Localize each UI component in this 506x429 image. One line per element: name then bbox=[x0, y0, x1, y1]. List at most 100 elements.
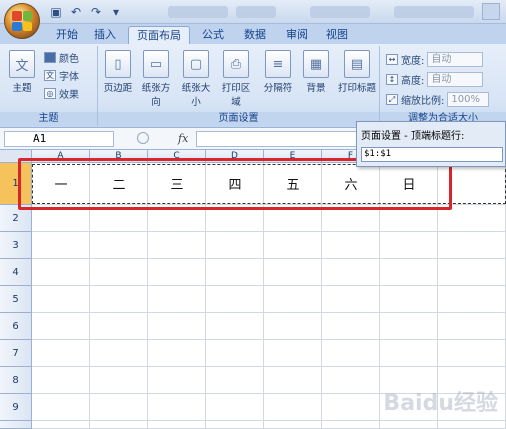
grid-cell[interactable] bbox=[264, 367, 322, 394]
print-titles-button[interactable]: ▤ 打印标题 bbox=[336, 50, 378, 94]
save-icon[interactable]: ▣ bbox=[48, 4, 64, 20]
theme-effects-button[interactable]: ◎ 效果 bbox=[44, 86, 79, 101]
grid-cell[interactable] bbox=[206, 259, 264, 286]
row-header-9[interactable]: 9 bbox=[0, 394, 32, 421]
grid-cell[interactable] bbox=[438, 340, 506, 367]
grid-cell[interactable] bbox=[90, 313, 148, 340]
name-box[interactable]: A1 bbox=[4, 131, 114, 147]
grid-cell[interactable] bbox=[148, 259, 206, 286]
grid-cell[interactable] bbox=[206, 313, 264, 340]
grid-cell[interactable] bbox=[90, 421, 148, 429]
row-header-7[interactable]: 7 bbox=[0, 340, 32, 367]
grid-cell[interactable] bbox=[264, 340, 322, 367]
column-header-a[interactable]: A bbox=[32, 150, 90, 163]
grid-cell[interactable] bbox=[32, 286, 90, 313]
themes-button[interactable]: 文 主题 bbox=[4, 50, 40, 94]
breaks-button[interactable]: ≡ 分隔符 bbox=[260, 50, 296, 94]
cell-e1[interactable]: 五 bbox=[264, 174, 322, 193]
grid-cell[interactable] bbox=[322, 286, 380, 313]
grid-cell[interactable] bbox=[264, 313, 322, 340]
grid-cell[interactable] bbox=[90, 340, 148, 367]
grid-cell[interactable] bbox=[322, 205, 380, 232]
grid-cell[interactable] bbox=[264, 421, 322, 429]
background-button[interactable]: ▦ 背景 bbox=[298, 50, 334, 94]
theme-fonts-button[interactable]: 文 字体 bbox=[44, 68, 79, 83]
print-area-button[interactable]: ⎙ 打印区域 bbox=[218, 50, 254, 108]
grid-cell[interactable] bbox=[90, 394, 148, 421]
redo-icon[interactable]: ↷ bbox=[88, 4, 104, 20]
cell-c1[interactable]: 三 bbox=[148, 174, 206, 193]
column-header-c[interactable]: C bbox=[148, 150, 206, 163]
customize-qat-icon[interactable]: ▾ bbox=[108, 4, 124, 20]
cell-b1[interactable]: 二 bbox=[90, 174, 148, 193]
grid-cell[interactable] bbox=[438, 232, 506, 259]
cell-f1[interactable]: 六 bbox=[322, 174, 380, 193]
grid-cell[interactable] bbox=[148, 313, 206, 340]
grid-cell[interactable] bbox=[32, 232, 90, 259]
grid-cell[interactable] bbox=[32, 313, 90, 340]
row-header-8[interactable]: 8 bbox=[0, 367, 32, 394]
grid-cell[interactable] bbox=[264, 394, 322, 421]
tab-insert[interactable]: 插入 bbox=[86, 26, 124, 44]
grid-cell[interactable] bbox=[322, 367, 380, 394]
grid-cell[interactable] bbox=[380, 286, 438, 313]
row-header-3[interactable]: 3 bbox=[0, 232, 32, 259]
cell-d1[interactable]: 四 bbox=[206, 174, 264, 193]
row-header-4[interactable]: 4 bbox=[0, 259, 32, 286]
grid-cell[interactable] bbox=[438, 259, 506, 286]
grid-cell[interactable] bbox=[438, 286, 506, 313]
tab-view[interactable]: 视图 bbox=[318, 26, 356, 44]
grid-cell[interactable] bbox=[206, 286, 264, 313]
grid-cell[interactable] bbox=[206, 394, 264, 421]
cell-a1[interactable]: 一 bbox=[32, 174, 90, 193]
office-button[interactable] bbox=[4, 3, 40, 39]
column-header-d[interactable]: D bbox=[206, 150, 264, 163]
row-header-6[interactable]: 6 bbox=[0, 313, 32, 340]
tab-page-layout[interactable]: 页面布局 bbox=[128, 26, 190, 44]
grid-cell[interactable] bbox=[206, 205, 264, 232]
grid-cell[interactable] bbox=[322, 232, 380, 259]
size-button[interactable]: ▢ 纸张大小 bbox=[178, 50, 214, 108]
grid-cell[interactable] bbox=[32, 394, 90, 421]
grid-cell[interactable] bbox=[148, 232, 206, 259]
tab-home[interactable]: 开始 bbox=[48, 26, 86, 44]
tab-data[interactable]: 数据 bbox=[236, 26, 274, 44]
grid-cell[interactable] bbox=[148, 205, 206, 232]
grid-cell[interactable] bbox=[322, 259, 380, 286]
orientation-button[interactable]: ▭ 纸张方向 bbox=[138, 50, 174, 108]
margins-button[interactable]: ▯ 页边距 bbox=[100, 50, 136, 94]
grid-cell[interactable] bbox=[148, 367, 206, 394]
grid-cell[interactable] bbox=[322, 421, 380, 429]
row-header-5[interactable]: 5 bbox=[0, 286, 32, 313]
grid-cell[interactable] bbox=[148, 340, 206, 367]
undo-icon[interactable]: ↶ bbox=[68, 4, 84, 20]
column-header-e[interactable]: E bbox=[264, 150, 322, 163]
grid-cell[interactable] bbox=[438, 163, 506, 205]
grid-cell[interactable] bbox=[206, 232, 264, 259]
select-all-corner[interactable] bbox=[0, 150, 32, 163]
height-select[interactable]: 自动 bbox=[427, 72, 484, 87]
insert-function-icon[interactable]: fx bbox=[178, 132, 188, 145]
grid-cell[interactable] bbox=[380, 340, 438, 367]
grid-cell[interactable] bbox=[90, 259, 148, 286]
column-header-b[interactable]: B bbox=[90, 150, 148, 163]
grid-cell[interactable] bbox=[380, 259, 438, 286]
grid-cell[interactable] bbox=[322, 313, 380, 340]
cell-g1[interactable]: 日 bbox=[380, 174, 438, 193]
grid-cell[interactable] bbox=[32, 340, 90, 367]
grid-cell[interactable] bbox=[206, 421, 264, 429]
close-button[interactable] bbox=[482, 3, 500, 20]
row-header-1[interactable]: 1 bbox=[0, 163, 32, 205]
grid-cell[interactable] bbox=[264, 232, 322, 259]
grid-cell[interactable] bbox=[90, 286, 148, 313]
grid-cell[interactable] bbox=[32, 205, 90, 232]
grid-cell[interactable] bbox=[32, 421, 90, 429]
scale-input[interactable]: 100% bbox=[447, 92, 490, 107]
grid-cell[interactable] bbox=[438, 421, 506, 429]
grid-cell[interactable] bbox=[148, 394, 206, 421]
grid-cell[interactable] bbox=[148, 286, 206, 313]
cancel-formula-icon[interactable] bbox=[137, 132, 149, 144]
theme-colors-button[interactable]: 颜色 bbox=[44, 50, 79, 65]
tab-review[interactable]: 审阅 bbox=[278, 26, 316, 44]
grid-cell[interactable] bbox=[206, 367, 264, 394]
